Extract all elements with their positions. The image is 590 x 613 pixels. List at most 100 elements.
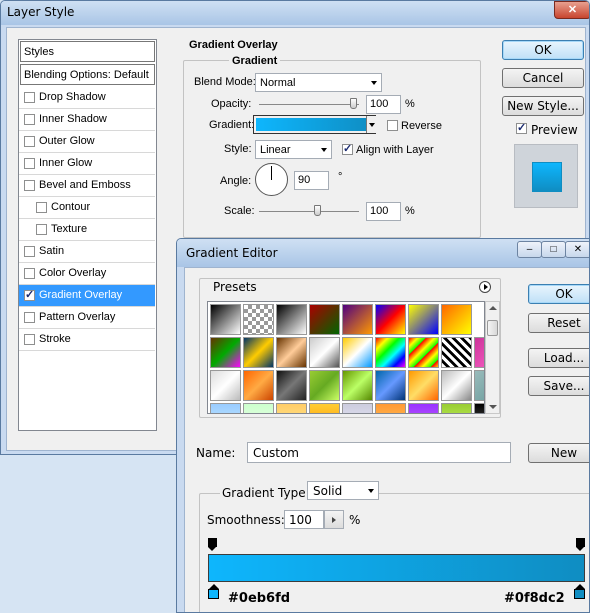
opacity-slider-track[interactable] (259, 104, 359, 105)
smoothness-field[interactable]: 100 (284, 510, 324, 529)
opacity-stop-right[interactable] (576, 538, 585, 551)
new-style-button[interactable]: New Style... (502, 96, 584, 116)
preset-swatch[interactable] (276, 403, 307, 413)
gradient-editor-titlebar[interactable]: Gradient Editor – □ ✕ (177, 239, 589, 267)
angle-field[interactable]: 90 (294, 171, 329, 190)
blend-mode-dropdown[interactable]: Normal (255, 73, 382, 92)
preset-swatch[interactable] (342, 403, 373, 413)
preset-swatch[interactable] (474, 403, 484, 413)
color-stop-left[interactable] (208, 584, 219, 600)
preview-checkbox[interactable] (516, 121, 527, 134)
preset-swatch[interactable] (342, 304, 373, 335)
gradient-picker-arrow-button[interactable] (366, 116, 376, 133)
preset-swatch[interactable] (441, 337, 472, 368)
effect-item[interactable]: Stroke (19, 329, 155, 351)
preset-swatch[interactable] (408, 304, 439, 335)
effect-checkbox[interactable] (24, 158, 35, 169)
color-stop-right[interactable] (574, 584, 585, 600)
preset-swatch[interactable] (408, 370, 439, 401)
save-button[interactable]: Save... (528, 376, 589, 396)
preset-swatch[interactable] (309, 403, 340, 413)
effect-item[interactable]: Inner Glow (19, 153, 155, 175)
effect-item[interactable]: Gradient Overlay (19, 285, 155, 307)
effect-item[interactable]: Satin (19, 241, 155, 263)
preset-swatch[interactable] (474, 337, 484, 368)
effect-checkbox[interactable] (24, 312, 35, 323)
smoothness-stepper-button[interactable] (324, 510, 344, 529)
effect-item[interactable]: Contour (19, 197, 155, 219)
effect-checkbox[interactable] (24, 334, 35, 345)
styles-header[interactable]: Styles (20, 41, 155, 62)
preset-swatch[interactable] (243, 337, 274, 368)
effect-checkbox[interactable] (24, 288, 35, 301)
preset-swatch[interactable] (309, 337, 340, 368)
effect-item[interactable]: Texture (19, 219, 155, 241)
preset-swatch[interactable] (342, 370, 373, 401)
effect-item[interactable]: Drop Shadow (19, 87, 155, 109)
effect-checkbox[interactable] (24, 136, 35, 147)
preset-swatch[interactable] (474, 370, 484, 401)
effect-checkbox[interactable] (24, 92, 35, 103)
opacity-slider-thumb[interactable] (350, 98, 357, 109)
layer-style-titlebar[interactable]: Layer Style ✕ (1, 1, 589, 25)
presets-menu-button[interactable] (479, 281, 491, 293)
preset-swatch[interactable] (441, 304, 472, 335)
opacity-stop-left[interactable] (208, 538, 217, 551)
reset-button[interactable]: Reset (528, 313, 589, 333)
preset-swatch[interactable] (276, 304, 307, 335)
gradient-bar[interactable] (208, 554, 585, 582)
preset-swatch[interactable] (309, 370, 340, 401)
preset-swatch[interactable] (210, 370, 241, 401)
minimize-button[interactable]: – (517, 241, 542, 258)
effect-checkbox[interactable] (36, 202, 47, 213)
gradient-ok-button[interactable]: OK (528, 284, 589, 304)
effect-item[interactable]: Inner Shadow (19, 109, 155, 131)
preset-swatch[interactable] (243, 304, 274, 335)
scale-slider-thumb[interactable] (314, 205, 321, 216)
cancel-button[interactable]: Cancel (502, 68, 584, 88)
scale-slider-track[interactable] (259, 211, 359, 212)
gradient-editor-close-button[interactable]: ✕ (565, 241, 589, 258)
name-input[interactable]: Custom (247, 442, 511, 463)
presets-scrollbar[interactable] (485, 301, 500, 414)
preset-swatch[interactable] (375, 403, 406, 413)
preset-swatch[interactable] (408, 337, 439, 368)
preset-swatch[interactable] (276, 370, 307, 401)
ok-button[interactable]: OK (502, 40, 584, 60)
preset-swatch[interactable] (375, 337, 406, 368)
maximize-button[interactable]: □ (541, 241, 566, 258)
effect-checkbox[interactable] (24, 268, 35, 279)
reverse-checkbox[interactable] (387, 120, 398, 131)
effect-item[interactable]: Pattern Overlay (19, 307, 155, 329)
angle-dial[interactable] (255, 163, 288, 196)
layer-style-close-button[interactable]: ✕ (554, 1, 589, 19)
new-button[interactable]: New (528, 443, 589, 463)
preset-swatch[interactable] (375, 370, 406, 401)
load-button[interactable]: Load... (528, 348, 589, 368)
preset-swatch[interactable] (342, 337, 373, 368)
scroll-thumb[interactable] (487, 320, 498, 336)
preset-swatch[interactable] (243, 403, 274, 413)
preset-swatch[interactable] (210, 337, 241, 368)
scale-field[interactable]: 100 (366, 202, 401, 221)
preset-swatch[interactable] (408, 403, 439, 413)
effect-checkbox[interactable] (36, 224, 47, 235)
blending-options-item[interactable]: Blending Options: Default (20, 64, 155, 85)
effect-checkbox[interactable] (24, 180, 35, 191)
align-with-layer-checkbox[interactable] (342, 142, 353, 155)
preset-swatch[interactable] (309, 304, 340, 335)
gradient-picker[interactable] (253, 115, 376, 134)
preset-swatch[interactable] (210, 304, 241, 335)
preset-swatch[interactable] (441, 370, 472, 401)
preset-swatch[interactable] (441, 403, 472, 413)
effect-item[interactable]: Outer Glow (19, 131, 155, 153)
preset-swatch[interactable] (276, 337, 307, 368)
preset-swatch[interactable] (210, 403, 241, 413)
effect-item[interactable]: Bevel and Emboss (19, 175, 155, 197)
effect-checkbox[interactable] (24, 246, 35, 257)
opacity-field[interactable]: 100 (366, 95, 401, 114)
effect-item[interactable]: Color Overlay (19, 263, 155, 285)
style-dropdown[interactable]: Linear (255, 140, 332, 159)
preset-swatch[interactable] (375, 304, 406, 335)
gradient-type-dropdown[interactable]: Solid (307, 481, 379, 500)
